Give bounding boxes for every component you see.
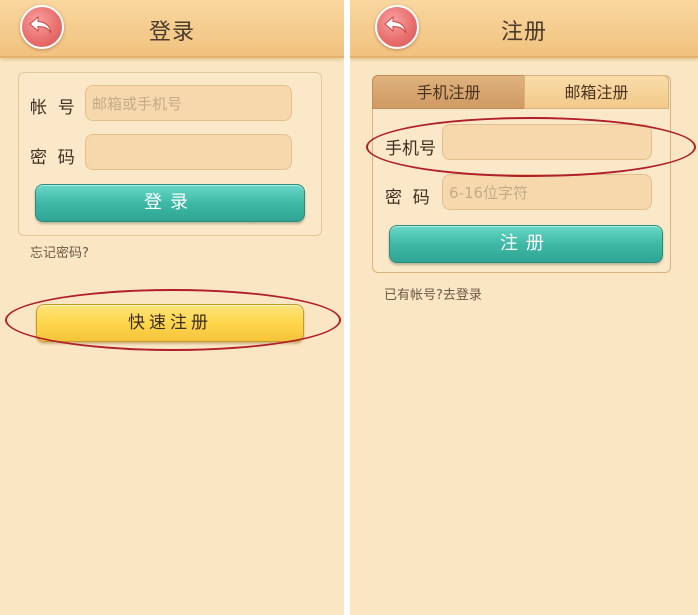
tab-email-register[interactable]: 邮箱注册 (524, 75, 669, 109)
password-input[interactable]: 6-16位字符 (442, 174, 652, 210)
password-input[interactable] (85, 134, 292, 170)
login-header: 登录 (0, 0, 344, 58)
login-button[interactable]: 登录 (35, 184, 305, 222)
login-link[interactable]: 已有帐号?去登录 (384, 284, 482, 303)
account-input[interactable]: 邮箱或手机号 (85, 85, 292, 121)
forgot-password-link[interactable]: 忘记密码? (30, 242, 89, 261)
tab-phone-register[interactable]: 手机注册 (372, 75, 524, 109)
password-label: 密 码 (30, 148, 75, 168)
account-label: 帐 号 (30, 98, 75, 118)
page-title: 登录 (148, 20, 195, 45)
highlight-ellipse (5, 289, 341, 351)
highlight-ellipse (366, 117, 696, 177)
register-header: 注册 (350, 0, 698, 58)
register-button[interactable]: 注册 (389, 225, 663, 263)
password-label: 密 码 (385, 188, 430, 208)
page-title: 注册 (500, 20, 547, 45)
login-screen: 登录 帐 号 邮箱或手机号 密 码 登录 忘记密码? 快速注册 (0, 0, 344, 615)
